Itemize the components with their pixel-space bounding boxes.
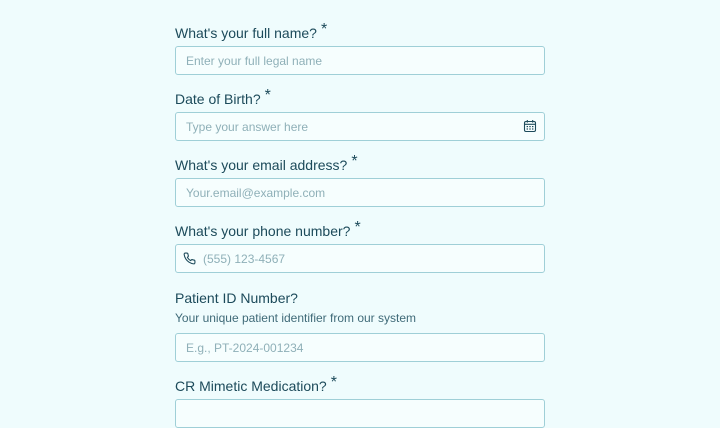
- date-of-birth-field-box: [175, 112, 545, 141]
- patient-id-field-box: [175, 333, 545, 362]
- phone-label: What's your phone number? *: [175, 219, 361, 240]
- full-name-field-box: [175, 46, 545, 75]
- cr-mimetic-medication-field-box[interactable]: [175, 399, 545, 428]
- full-name-label: What's your full name? *: [175, 21, 328, 42]
- date-of-birth-input[interactable]: [176, 113, 544, 140]
- email-label: What's your email address? *: [175, 153, 358, 174]
- email-input[interactable]: [176, 179, 544, 206]
- required-asterisk: *: [330, 374, 337, 391]
- required-asterisk: *: [351, 153, 358, 170]
- email-field-box: [175, 178, 545, 207]
- required-asterisk: *: [320, 21, 328, 38]
- date-of-birth-label: Date of Birth? *: [175, 87, 271, 108]
- calendar-icon[interactable]: [523, 119, 537, 133]
- phone-input[interactable]: [176, 245, 544, 272]
- required-asterisk: *: [354, 219, 361, 236]
- full-name-input[interactable]: [176, 47, 544, 74]
- patient-id-label: Patient ID Number?: [175, 290, 298, 306]
- patient-id-help-text: Your unique patient identifier from our …: [175, 311, 417, 325]
- patient-id-input[interactable]: [176, 334, 544, 361]
- phone-field-box: [175, 244, 545, 273]
- required-asterisk: *: [264, 87, 271, 104]
- cr-mimetic-medication-label: CR Mimetic Medication? *: [175, 374, 337, 395]
